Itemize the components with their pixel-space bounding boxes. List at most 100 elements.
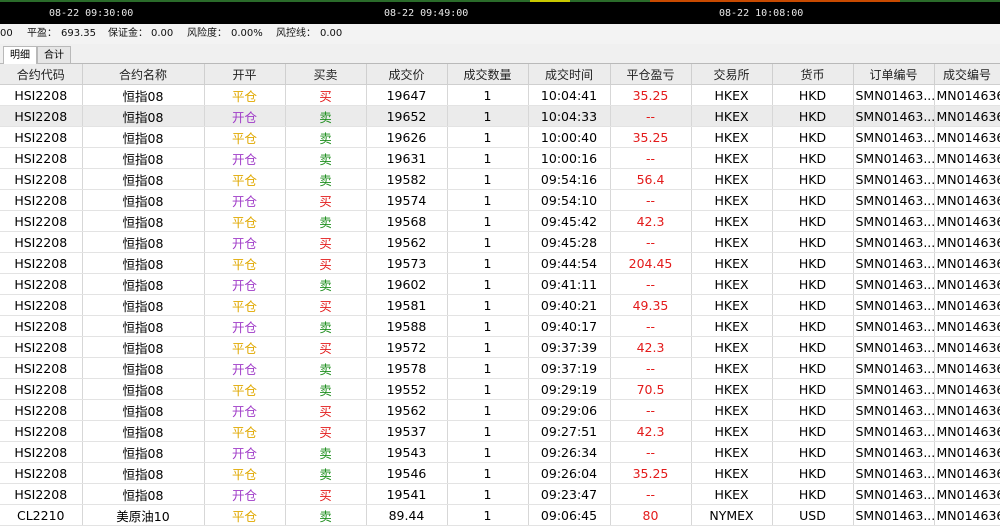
buy-sell-cell: 买 xyxy=(285,483,367,505)
column-header[interactable]: 成交编号 xyxy=(934,64,1000,85)
currency-cell: HKD xyxy=(772,294,854,316)
column-header[interactable]: 交易所 xyxy=(691,64,773,85)
tab-detail[interactable]: 明细 xyxy=(3,46,37,64)
currency-cell: HKD xyxy=(772,252,854,274)
trade-time-cell: 09:41:11 xyxy=(528,273,611,295)
contract-code-cell: HSI2208 xyxy=(0,126,83,148)
exchange-cell: HKEX xyxy=(691,84,773,106)
column-header[interactable]: 订单编号 xyxy=(853,64,935,85)
table-row[interactable]: HSI2208 恒指08 开仓卖 19543 1 09:26:34 -- HKEX HKD SMN… xyxy=(0,441,1000,463)
tab-total[interactable]: 合计 xyxy=(37,46,71,63)
table-row[interactable]: HSI2208 恒指08 开仓卖 19602 1 09:41:11 -- HKEX HKD SMN… xyxy=(0,273,1000,295)
contract-name-cell: 美原油10 xyxy=(82,504,205,526)
contract-code-cell: HSI2208 xyxy=(0,147,83,169)
buy-sell-cell: 卖 xyxy=(285,441,367,463)
order-id-cell: SMN01463... xyxy=(853,441,935,463)
column-header[interactable]: 合约代码 xyxy=(0,64,83,85)
column-header[interactable]: 货币 xyxy=(772,64,854,85)
column-header[interactable]: 买卖 xyxy=(285,64,367,85)
trade-qty-cell: 1 xyxy=(447,315,529,337)
column-header[interactable]: 成交数量 xyxy=(447,64,529,85)
currency-cell: HKD xyxy=(772,462,854,484)
close-pnl-cell: -- xyxy=(610,357,692,379)
order-id-cell: SMN01463... xyxy=(853,483,935,505)
open-close-cell: 平仓 xyxy=(204,168,286,190)
trade-qty-cell: 1 xyxy=(447,441,529,463)
table-row[interactable]: HSI2208 恒指08 开仓买 19574 1 09:54:10 -- HKEX HKD SMN… xyxy=(0,189,1000,211)
order-id-cell: SMN01463... xyxy=(853,504,935,526)
open-close-cell: 开仓 xyxy=(204,441,286,463)
contract-name-cell: 恒指08 xyxy=(82,399,205,421)
exchange-cell: HKEX xyxy=(691,399,773,421)
trade-time-cell: 09:37:39 xyxy=(528,336,611,358)
trade-id-cell: MN014636 xyxy=(934,504,1000,526)
order-id-cell: SMN01463... xyxy=(853,126,935,148)
table-row[interactable]: HSI2208 恒指08 开仓买 19541 1 09:23:47 -- HKEX HKD SMN… xyxy=(0,483,1000,505)
open-close-cell: 平仓 xyxy=(204,84,286,106)
column-header[interactable]: 合约名称 xyxy=(82,64,205,85)
margin-label: 保证金： xyxy=(108,28,148,39)
riskline-value: 0.00 xyxy=(320,28,343,39)
table-row[interactable]: HSI2208 恒指08 平仓买 19572 1 09:37:39 42.3 HKEX HKD S… xyxy=(0,336,1000,358)
trade-id-cell: MN014636 xyxy=(934,105,1000,127)
buy-sell-cell: 卖 xyxy=(285,357,367,379)
table-row[interactable]: HSI2208 恒指08 平仓买 19647 1 10:04:41 35.25 HKEX HKD… xyxy=(0,84,1000,106)
buy-sell-cell: 卖 xyxy=(285,273,367,295)
table-row[interactable]: HSI2208 恒指08 开仓买 19562 1 09:45:28 -- HKEX HKD SMN… xyxy=(0,231,1000,253)
contract-name-cell: 恒指08 xyxy=(82,483,205,505)
trade-time-cell: 09:26:34 xyxy=(528,441,611,463)
trade-qty-cell: 1 xyxy=(447,336,529,358)
column-header[interactable]: 成交时间 xyxy=(528,64,611,85)
trade-price-cell: 19573 xyxy=(366,252,448,274)
table-row[interactable]: HSI2208 恒指08 开仓卖 19578 1 09:37:19 -- HKEX HKD SMN… xyxy=(0,357,1000,379)
close-pnl-cell: -- xyxy=(610,105,692,127)
trade-qty-cell: 1 xyxy=(447,357,529,379)
table-row[interactable]: HSI2208 恒指08 平仓买 19537 1 09:27:51 42.3 HKEX HKD S… xyxy=(0,420,1000,442)
trade-id-cell: MN014636 xyxy=(934,483,1000,505)
table-row[interactable]: HSI2208 恒指08 平仓卖 19568 1 09:45:42 42.3 HKEX HKD S… xyxy=(0,210,1000,232)
trade-id-cell: MN014636 xyxy=(934,336,1000,358)
trade-time-cell: 09:29:06 xyxy=(528,399,611,421)
trade-time-cell: 09:23:47 xyxy=(528,483,611,505)
table-row[interactable]: HSI2208 恒指08 平仓卖 19546 1 09:26:04 35.25 HKEX HKD… xyxy=(0,462,1000,484)
buy-sell-cell: 买 xyxy=(285,399,367,421)
currency-cell: HKD xyxy=(772,420,854,442)
table-row[interactable]: HSI2208 恒指08 开仓卖 19652 1 10:04:33 -- HKEX HKD SMN… xyxy=(0,105,1000,127)
trade-qty-cell: 1 xyxy=(447,378,529,400)
trade-qty-cell: 1 xyxy=(447,105,529,127)
trade-price-cell: 89.44 xyxy=(366,504,448,526)
timeline-label: 08-22 09:30:00 xyxy=(49,8,134,19)
trade-time-cell: 09:40:17 xyxy=(528,315,611,337)
buy-sell-cell: 买 xyxy=(285,189,367,211)
table-row[interactable]: CL2210 美原油10 平仓卖 89.44 1 09:06:45 80 NYMEX USD SM… xyxy=(0,504,1000,526)
table-row[interactable]: HSI2208 恒指08 平仓卖 19626 1 10:00:40 35.25 HKEX HKD… xyxy=(0,126,1000,148)
table-row[interactable]: HSI2208 恒指08 开仓买 19562 1 09:29:06 -- HKEX HKD SMN… xyxy=(0,399,1000,421)
table-row[interactable]: HSI2208 恒指08 平仓卖 19582 1 09:54:16 56.4 HKEX HKD S… xyxy=(0,168,1000,190)
risk-value: 0.00% xyxy=(231,28,263,39)
trade-id-cell: MN014636 xyxy=(934,210,1000,232)
timeline-label: 08-22 10:08:00 xyxy=(719,8,804,19)
buy-sell-cell: 买 xyxy=(285,336,367,358)
table-row[interactable]: HSI2208 恒指08 平仓买 19581 1 09:40:21 49.35 HKEX HKD… xyxy=(0,294,1000,316)
trade-id-cell: MN014636 xyxy=(934,126,1000,148)
exchange-cell: HKEX xyxy=(691,147,773,169)
exchange-cell: HKEX xyxy=(691,462,773,484)
close-pnl-cell: -- xyxy=(610,399,692,421)
trade-qty-cell: 1 xyxy=(447,273,529,295)
order-id-cell: SMN01463... xyxy=(853,357,935,379)
open-close-cell: 平仓 xyxy=(204,378,286,400)
table-row[interactable]: HSI2208 恒指08 平仓买 19573 1 09:44:54 204.45 HKEX HK… xyxy=(0,252,1000,274)
trade-price-cell: 19574 xyxy=(366,189,448,211)
trade-time-cell: 10:04:33 xyxy=(528,105,611,127)
table-row[interactable]: HSI2208 恒指08 开仓卖 19588 1 09:40:17 -- HKEX HKD SMN… xyxy=(0,315,1000,337)
table-row[interactable]: HSI2208 恒指08 开仓卖 19631 1 10:00:16 -- HKEX HKD SMN… xyxy=(0,147,1000,169)
trade-price-cell: 19541 xyxy=(366,483,448,505)
column-header[interactable]: 平仓盈亏 xyxy=(610,64,692,85)
column-header[interactable]: 开平 xyxy=(204,64,286,85)
open-close-cell: 开仓 xyxy=(204,231,286,253)
column-header[interactable]: 成交价 xyxy=(366,64,448,85)
exchange-cell: HKEX xyxy=(691,378,773,400)
exchange-cell: NYMEX xyxy=(691,504,773,526)
order-id-cell: SMN01463... xyxy=(853,420,935,442)
table-row[interactable]: HSI2208 恒指08 平仓卖 19552 1 09:29:19 70.5 HKEX HKD S… xyxy=(0,378,1000,400)
